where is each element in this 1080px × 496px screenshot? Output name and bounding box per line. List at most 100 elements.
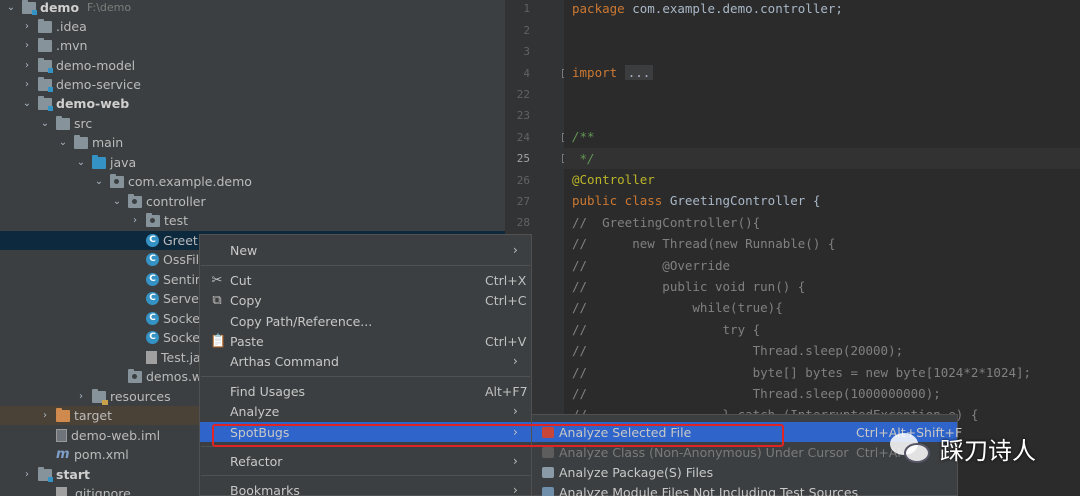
submenu-label: Analyze Package(S) Files bbox=[559, 464, 714, 480]
tree-label: demo bbox=[40, 0, 80, 15]
folder-icon bbox=[38, 18, 52, 33]
tree-label: java bbox=[110, 155, 137, 170]
code-line: // try { bbox=[572, 322, 761, 337]
package-icon bbox=[128, 368, 142, 383]
chevron-down-icon[interactable]: ⌄ bbox=[4, 2, 18, 13]
tree-row-main[interactable]: ⌄ main bbox=[0, 133, 505, 152]
tree-row-java[interactable]: ⌄ java bbox=[0, 153, 505, 172]
chevron-right-icon[interactable]: › bbox=[20, 60, 34, 71]
line-number: 1 bbox=[523, 2, 530, 15]
line-number: 27 bbox=[516, 195, 530, 208]
chevron-down-icon[interactable]: ⌄ bbox=[92, 176, 106, 187]
bug-icon bbox=[542, 446, 554, 458]
menu-shortcut: Ctrl+C bbox=[485, 292, 527, 308]
tree-label: .gitignore bbox=[71, 486, 131, 496]
menu-separator bbox=[201, 475, 530, 476]
line-number: 4 bbox=[523, 67, 530, 80]
menu-label: Bookmarks bbox=[230, 482, 300, 496]
class-icon: C bbox=[146, 292, 159, 305]
file-icon bbox=[56, 487, 67, 496]
menu-item-cut[interactable]: ✂ Cut Ctrl+X bbox=[200, 270, 531, 290]
chevron-right-icon: › bbox=[513, 243, 518, 257]
chevron-right-icon[interactable]: › bbox=[20, 21, 34, 32]
chevron-right-icon[interactable]: › bbox=[20, 79, 34, 90]
tree-label: controller bbox=[146, 194, 206, 209]
chevron-down-icon[interactable]: ⌄ bbox=[74, 157, 88, 168]
menu-item-new[interactable]: New › bbox=[200, 240, 531, 260]
maven-icon: m bbox=[56, 446, 70, 462]
watermark: 踩刀诗人 bbox=[888, 427, 1078, 469]
bug-icon bbox=[542, 426, 554, 438]
tree-label: OssFil bbox=[163, 252, 200, 267]
code-line: @Controller bbox=[572, 172, 655, 187]
submenu-label: Analyze Selected File bbox=[559, 424, 692, 440]
tree-row-idea[interactable]: › .idea bbox=[0, 17, 505, 36]
menu-item-bookmarks[interactable]: Bookmarks › bbox=[200, 480, 531, 496]
module-bug-icon bbox=[542, 486, 554, 496]
tree-label: .idea bbox=[56, 19, 87, 34]
menu-item-copy-path[interactable]: Copy Path/Reference... bbox=[200, 311, 531, 331]
chevron-right-icon[interactable]: › bbox=[20, 469, 34, 480]
menu-label: New bbox=[230, 242, 258, 258]
menu-item-copy[interactable]: ⧉ Copy Ctrl+C bbox=[200, 290, 531, 310]
package-bug-icon bbox=[542, 466, 554, 478]
menu-item-find-usages[interactable]: Find Usages Alt+F7 bbox=[200, 381, 531, 401]
menu-item-analyze[interactable]: Analyze › bbox=[200, 401, 531, 421]
tree-row-demo[interactable]: ⌄ demo F:\demo bbox=[0, 0, 505, 17]
tree-label: demo-model bbox=[56, 58, 136, 73]
chevron-down-icon[interactable]: ⌄ bbox=[56, 137, 70, 148]
package-icon bbox=[110, 173, 124, 188]
excluded-folder-icon bbox=[56, 407, 70, 422]
resources-folder-icon bbox=[92, 388, 108, 405]
folder-icon bbox=[38, 37, 52, 52]
chevron-right-icon[interactable]: › bbox=[20, 40, 34, 51]
module-folder-icon bbox=[38, 95, 53, 111]
menu-item-spotbugs[interactable]: SpotBugs › bbox=[200, 422, 531, 442]
submenu-item-analyze-module[interactable]: Analyze Module Files Not Including Test … bbox=[532, 482, 957, 496]
chevron-right-icon[interactable]: › bbox=[128, 215, 142, 226]
chevron-down-icon[interactable]: ⌄ bbox=[110, 196, 124, 207]
tree-row-mvn[interactable]: › .mvn bbox=[0, 36, 505, 55]
chevron-right-icon: › bbox=[513, 404, 518, 418]
class-icon: C bbox=[146, 273, 159, 286]
menu-item-refactor[interactable]: Refactor › bbox=[200, 451, 531, 471]
chevron-down-icon[interactable]: ⌄ bbox=[20, 98, 34, 109]
tree-label: demo-service bbox=[56, 77, 141, 92]
chevron-right-icon[interactable]: › bbox=[74, 391, 88, 402]
chevron-right-icon: › bbox=[513, 425, 518, 439]
module-folder-icon bbox=[38, 76, 53, 92]
tree-row-controller[interactable]: ⌄ controller bbox=[0, 192, 505, 211]
tree-label: com.example.demo bbox=[128, 174, 252, 189]
menu-item-paste[interactable]: 📋 Paste Ctrl+V bbox=[200, 331, 531, 351]
menu-item-arthas[interactable]: Arthas Command › bbox=[200, 351, 531, 371]
folder-icon bbox=[56, 115, 70, 130]
tree-row-src[interactable]: ⌄ src bbox=[0, 114, 505, 133]
menu-label: Arthas Command bbox=[230, 353, 339, 369]
menu-label: Paste bbox=[230, 333, 264, 349]
tree-label: .mvn bbox=[56, 38, 88, 53]
package-icon bbox=[146, 212, 160, 227]
module-folder-icon bbox=[38, 466, 53, 482]
code-line: // GreetingController(){ bbox=[572, 215, 761, 230]
line-number: 22 bbox=[516, 88, 530, 101]
tree-label: Sentin bbox=[163, 272, 203, 287]
tree-path: F:\demo bbox=[87, 1, 132, 14]
tree-row-com-example-demo[interactable]: ⌄ com.example.demo bbox=[0, 172, 505, 191]
menu-shortcut: Ctrl+V bbox=[485, 333, 527, 349]
line-number: 23 bbox=[516, 109, 530, 122]
tree-row-demo-model[interactable]: › demo-model bbox=[0, 56, 505, 75]
watermark-text: 踩刀诗人 bbox=[940, 436, 1036, 465]
iml-file-icon bbox=[56, 429, 67, 442]
folded-imports[interactable]: ... bbox=[624, 65, 654, 80]
line-number: 24 bbox=[516, 131, 530, 144]
class-icon: C bbox=[146, 312, 159, 325]
tree-row-demo-service[interactable]: › demo-service bbox=[0, 75, 505, 94]
tree-row-test[interactable]: › test bbox=[0, 211, 505, 230]
module-folder-icon bbox=[38, 57, 53, 73]
tree-label: resources bbox=[110, 389, 171, 404]
tree-row-demo-web[interactable]: ⌄ demo-web bbox=[0, 94, 505, 113]
chevron-down-icon[interactable]: ⌄ bbox=[38, 118, 52, 129]
code-line: */ bbox=[572, 151, 595, 166]
chevron-right-icon[interactable]: › bbox=[38, 410, 52, 421]
line-number: 3 bbox=[523, 45, 530, 58]
